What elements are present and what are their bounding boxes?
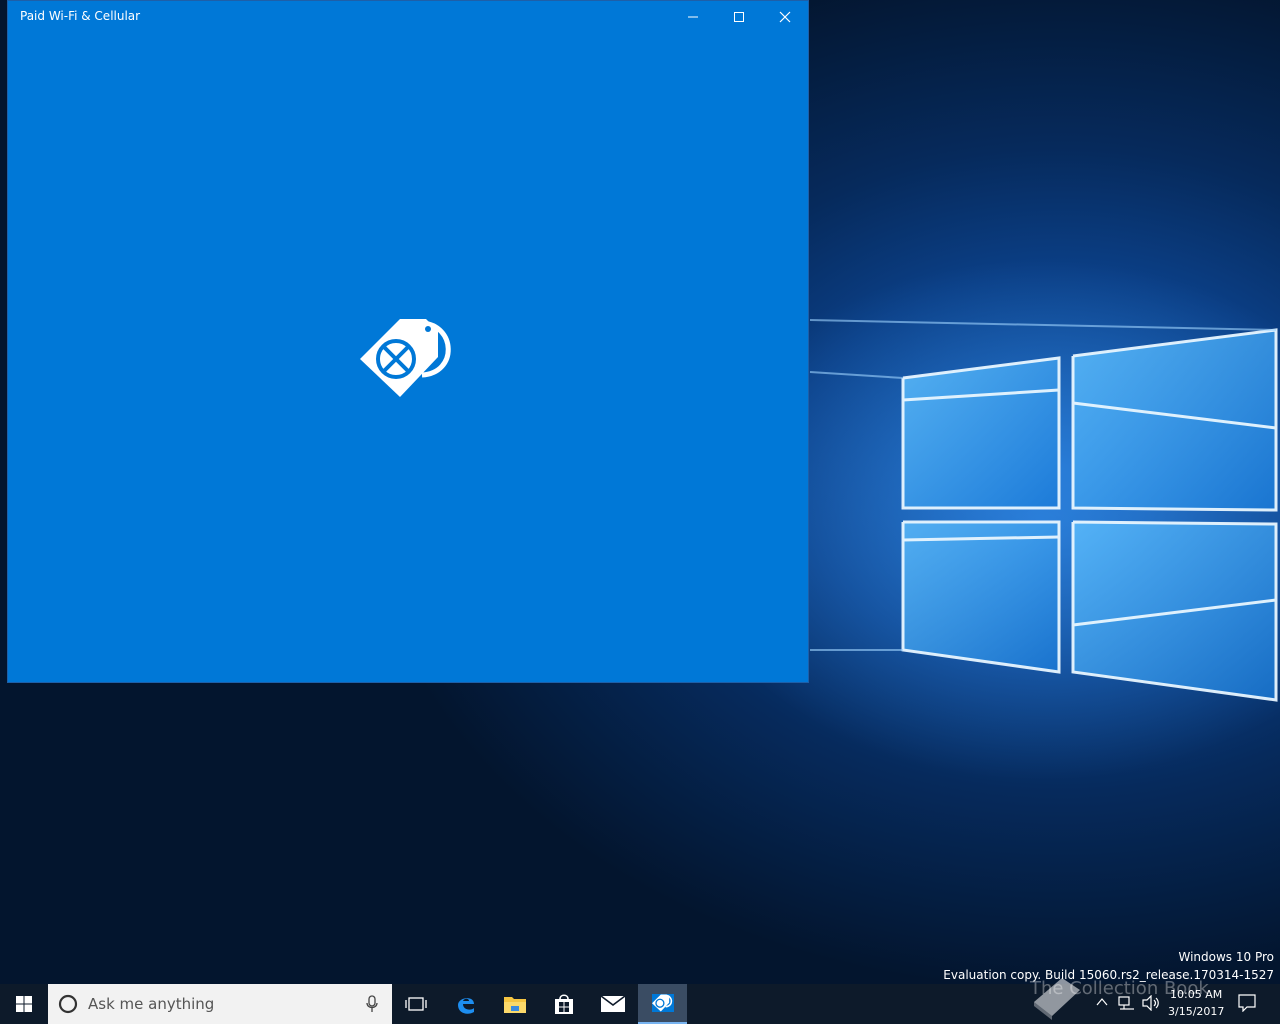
app-window: Paid Wi-Fi & Cellular — [7, 0, 809, 683]
folder-icon — [504, 997, 526, 1013]
paid-wifi-cellular-button[interactable] — [638, 984, 687, 1024]
action-center-icon[interactable] — [1238, 994, 1256, 1012]
search-input[interactable]: Ask me anything — [88, 995, 214, 1013]
minimize-icon — [688, 16, 698, 18]
microphone-icon[interactable] — [366, 995, 378, 1013]
cortana-circle-icon — [58, 994, 78, 1014]
start-button[interactable] — [0, 984, 48, 1024]
title-bar[interactable]: Paid Wi-Fi & Cellular — [8, 1, 808, 33]
sim-tag-globe-icon — [651, 994, 674, 1012]
maximize-icon — [734, 12, 744, 22]
close-button[interactable] — [762, 1, 808, 33]
file-explorer-button[interactable] — [491, 984, 539, 1024]
window-title: Paid Wi-Fi & Cellular — [20, 9, 141, 23]
task-view-button[interactable] — [392, 984, 440, 1024]
store-icon — [555, 994, 573, 1014]
windows-start-icon — [16, 996, 32, 1012]
search-box[interactable]: Ask me anything — [48, 984, 392, 1024]
minimize-button[interactable] — [670, 1, 716, 33]
clock-date[interactable]: 3/15/2017 — [1168, 1005, 1224, 1018]
overlay-brand-text: The Collection Book — [1030, 978, 1209, 999]
mail-button[interactable] — [589, 984, 637, 1024]
maximize-button[interactable] — [716, 1, 762, 33]
store-button[interactable] — [540, 984, 588, 1024]
edge-button[interactable] — [442, 984, 490, 1024]
edge-icon — [458, 998, 474, 1014]
sim-tag-globe-icon — [360, 319, 451, 397]
task-view-icon — [405, 997, 427, 1011]
watermark-edition: Windows 10 Pro — [1178, 950, 1274, 964]
close-icon — [779, 11, 791, 23]
mail-icon — [600, 995, 626, 1012]
